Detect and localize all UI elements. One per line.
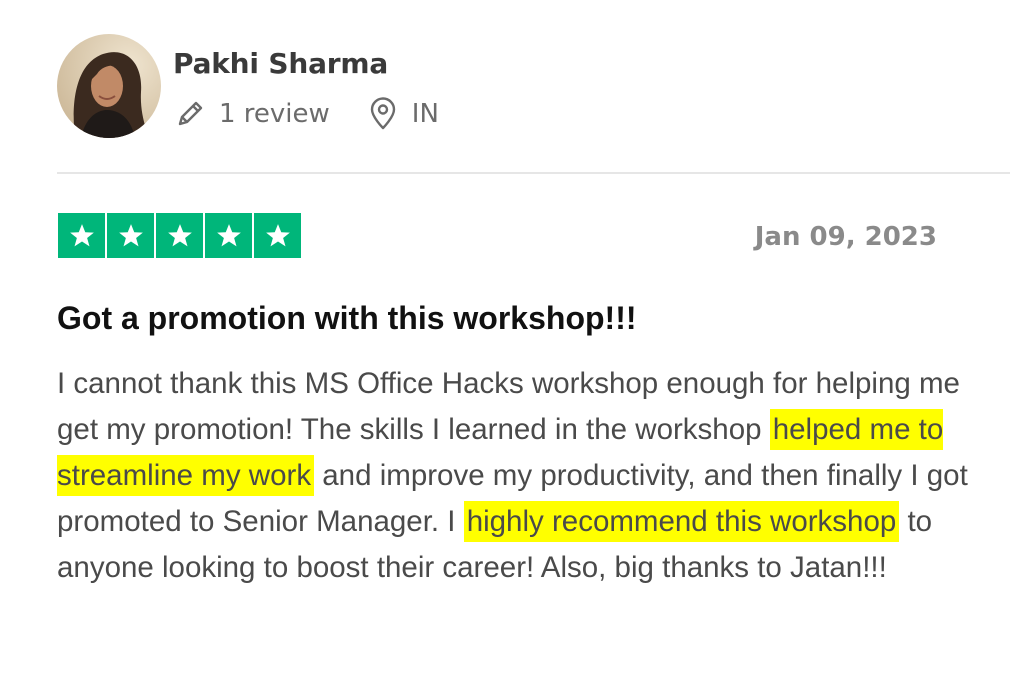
star-icon [205,213,252,258]
star-icon [107,213,154,258]
star-icon [58,213,105,258]
location-pin-icon [370,97,395,130]
review-date: Jan 09, 2023 [754,222,937,252]
reviewer-country: IN [411,99,439,129]
review-card: Pakhi Sharma 1 review IN Jan 09, 2023 Go… [0,0,1024,676]
pencil-icon [178,101,203,126]
reviewer-meta: 1 review IN [173,96,439,132]
star-icon [156,213,203,258]
avatar[interactable] [57,34,161,138]
divider [57,172,1010,174]
highlighted-text: highly recommend this workshop [463,501,900,542]
review-body: I cannot thank this MS Office Hacks work… [57,361,987,591]
star-rating [58,213,301,258]
star-icon [254,213,301,258]
review-count: 1 review [219,99,330,129]
reviewer-name[interactable]: Pakhi Sharma [173,47,388,80]
review-title: Got a promotion with this workshop!!! [57,300,637,336]
